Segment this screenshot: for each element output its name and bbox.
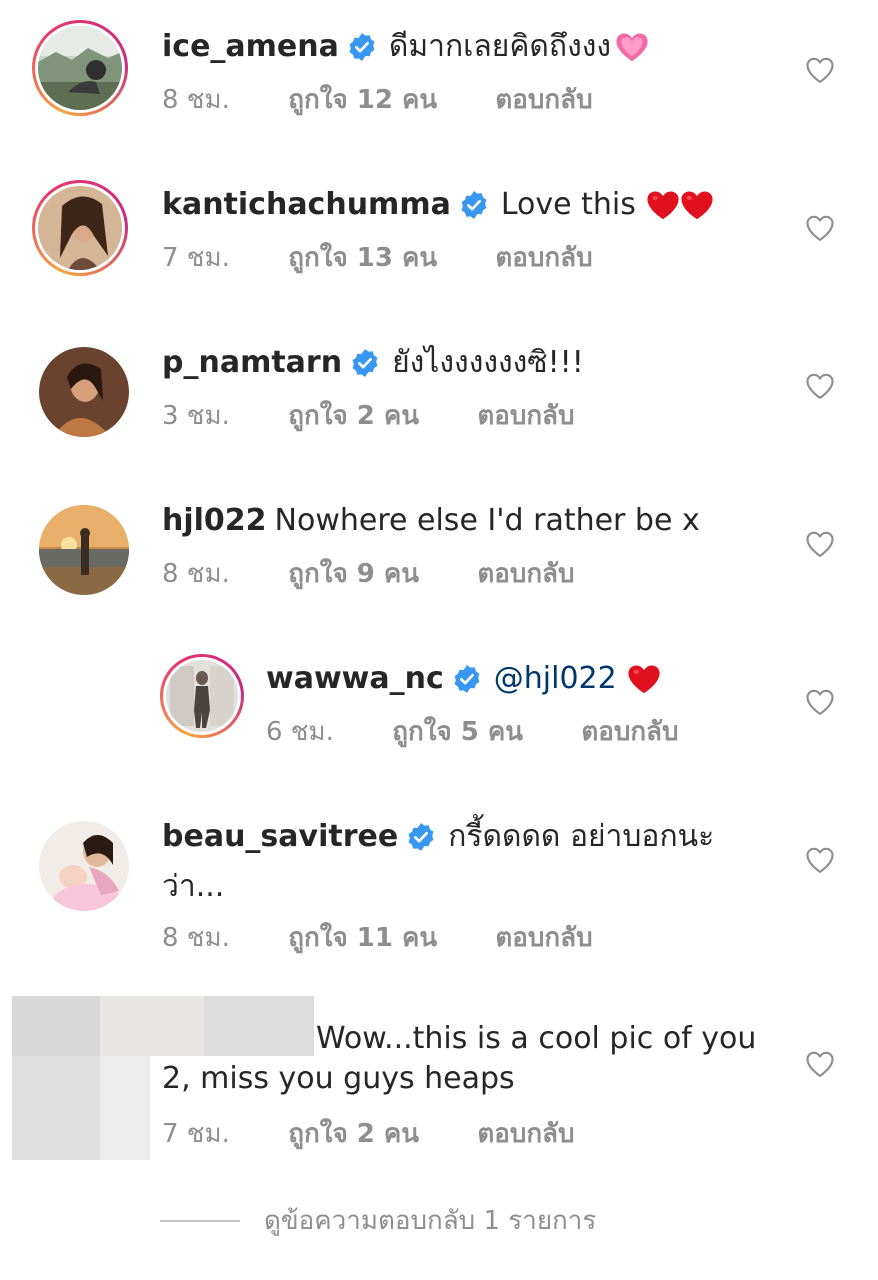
reply-button[interactable]: ตอบกลับ [495, 82, 592, 118]
reply-item: wawwa_nc @hjl022 6 ชม. ถูกใจ 5 คน ตอบกลั… [0, 654, 878, 794]
username[interactable]: wawwa_nc [266, 658, 444, 700]
red-heart-emoji [680, 189, 714, 221]
avatar[interactable] [36, 818, 132, 914]
heart-outline-icon[interactable] [805, 530, 835, 558]
heart-outline-icon[interactable] [805, 1050, 835, 1078]
comment-item: beau_savitree กรี้ดดดด อย่าบอกนะ ว่า... … [0, 816, 878, 976]
comment-time: 3 ชม. [162, 401, 230, 431]
avatar-photo [38, 186, 122, 270]
reply-button[interactable]: ตอบกลับ [477, 1116, 574, 1152]
avatar-photo [39, 347, 129, 437]
verified-badge-icon [347, 32, 377, 62]
reply-button[interactable]: ตอบกลับ [477, 398, 574, 434]
comment-text: ยังไงงงงงงซิ!!! [392, 345, 584, 380]
avatar[interactable] [36, 502, 132, 598]
view-replies-label: ดูข้อความตอบกลับ 1 รายการ [264, 1206, 597, 1236]
comment-item: p_namtarn ยังไงงงงงงซิ!!! 3 ชม. ถูกใจ 2 … [0, 342, 878, 482]
avatar[interactable] [160, 654, 244, 738]
heart-outline-icon[interactable] [805, 214, 835, 242]
comment-item: hjl022 Nowhere else I'd rather be x 8 ชม… [0, 500, 878, 640]
username[interactable]: ice_amena [162, 26, 339, 68]
verified-badge-icon [452, 664, 482, 694]
avatar[interactable] [32, 180, 128, 276]
username[interactable]: beau_savitree [162, 816, 398, 858]
username[interactable]: kantichachumma [162, 184, 451, 226]
avatar-photo [39, 821, 129, 911]
avatar-photo [166, 660, 238, 732]
heart-outline-icon[interactable] [805, 688, 835, 716]
likes-count[interactable]: ถูกใจ 13 คน [288, 240, 437, 276]
comment-text: กรี้ดดดด อย่าบอกนะ [448, 819, 715, 854]
likes-count[interactable]: ถูกใจ 5 คน [392, 714, 523, 750]
comment-item: ice_amena ดีมากเลยคิดถึงงง 8 ชม. ถูกใจ 1… [0, 20, 878, 160]
username[interactable]: p_namtarn [162, 342, 342, 384]
red-heart-emoji [646, 189, 680, 221]
verified-badge-icon [459, 190, 489, 220]
comment-text-continued: 2, miss you guys heaps [162, 1061, 515, 1096]
heart-outline-icon[interactable] [805, 56, 835, 84]
reply-button[interactable]: ตอบกลับ [495, 240, 592, 276]
likes-count[interactable]: ถูกใจ 2 คน [288, 1116, 419, 1152]
reply-button[interactable]: ตอบกลับ [495, 920, 592, 956]
comment-text: Love this [500, 187, 636, 222]
avatar-photo [38, 26, 122, 110]
likes-count[interactable]: ถูกใจ 11 คน [288, 920, 437, 956]
pink-heart-emoji [615, 31, 649, 63]
comment-text: ดีมากเลยคิดถึงงง [388, 29, 612, 64]
verified-badge-icon [350, 348, 380, 378]
heart-outline-icon[interactable] [805, 372, 835, 400]
likes-count[interactable]: ถูกใจ 12 คน [288, 82, 437, 118]
reply-button[interactable]: ตอบกลับ [477, 556, 574, 592]
comment-time: 8 ชม. [162, 559, 230, 589]
avatar[interactable] [32, 20, 128, 116]
comment-text: Wow...this is a cool pic of you [316, 1021, 757, 1056]
heart-outline-icon[interactable] [805, 846, 835, 874]
comment-item: kantichachumma Love this 7 ชม. ถูกใจ 13 … [0, 180, 878, 320]
likes-count[interactable]: ถูกใจ 2 คน [288, 398, 419, 434]
comment-time: 7 ชม. [162, 1119, 230, 1149]
username[interactable]: hjl022 [162, 500, 267, 542]
avatar-photo [39, 505, 129, 595]
red-heart-emoji [627, 663, 661, 695]
comment-time: 6 ชม. [266, 717, 334, 747]
comment-time: 8 ชม. [162, 85, 230, 115]
comment-text-continued: ว่า... [162, 869, 225, 904]
comment-time: 8 ชม. [162, 923, 230, 953]
comment-text: Nowhere else I'd rather be x [274, 503, 700, 538]
avatar[interactable] [36, 344, 132, 440]
view-replies-button[interactable]: ดูข้อความตอบกลับ 1 รายการ [160, 1200, 596, 1241]
mention-link[interactable]: @hjl022 [494, 658, 617, 700]
verified-badge-icon [406, 822, 436, 852]
comment-time: 7 ชม. [162, 243, 230, 273]
likes-count[interactable]: ถูกใจ 9 คน [288, 556, 419, 592]
divider [160, 1219, 240, 1222]
reply-button[interactable]: ตอบกลับ [581, 714, 678, 750]
comment-item: Wow...this is a cool pic of you 2, miss … [0, 996, 878, 1166]
